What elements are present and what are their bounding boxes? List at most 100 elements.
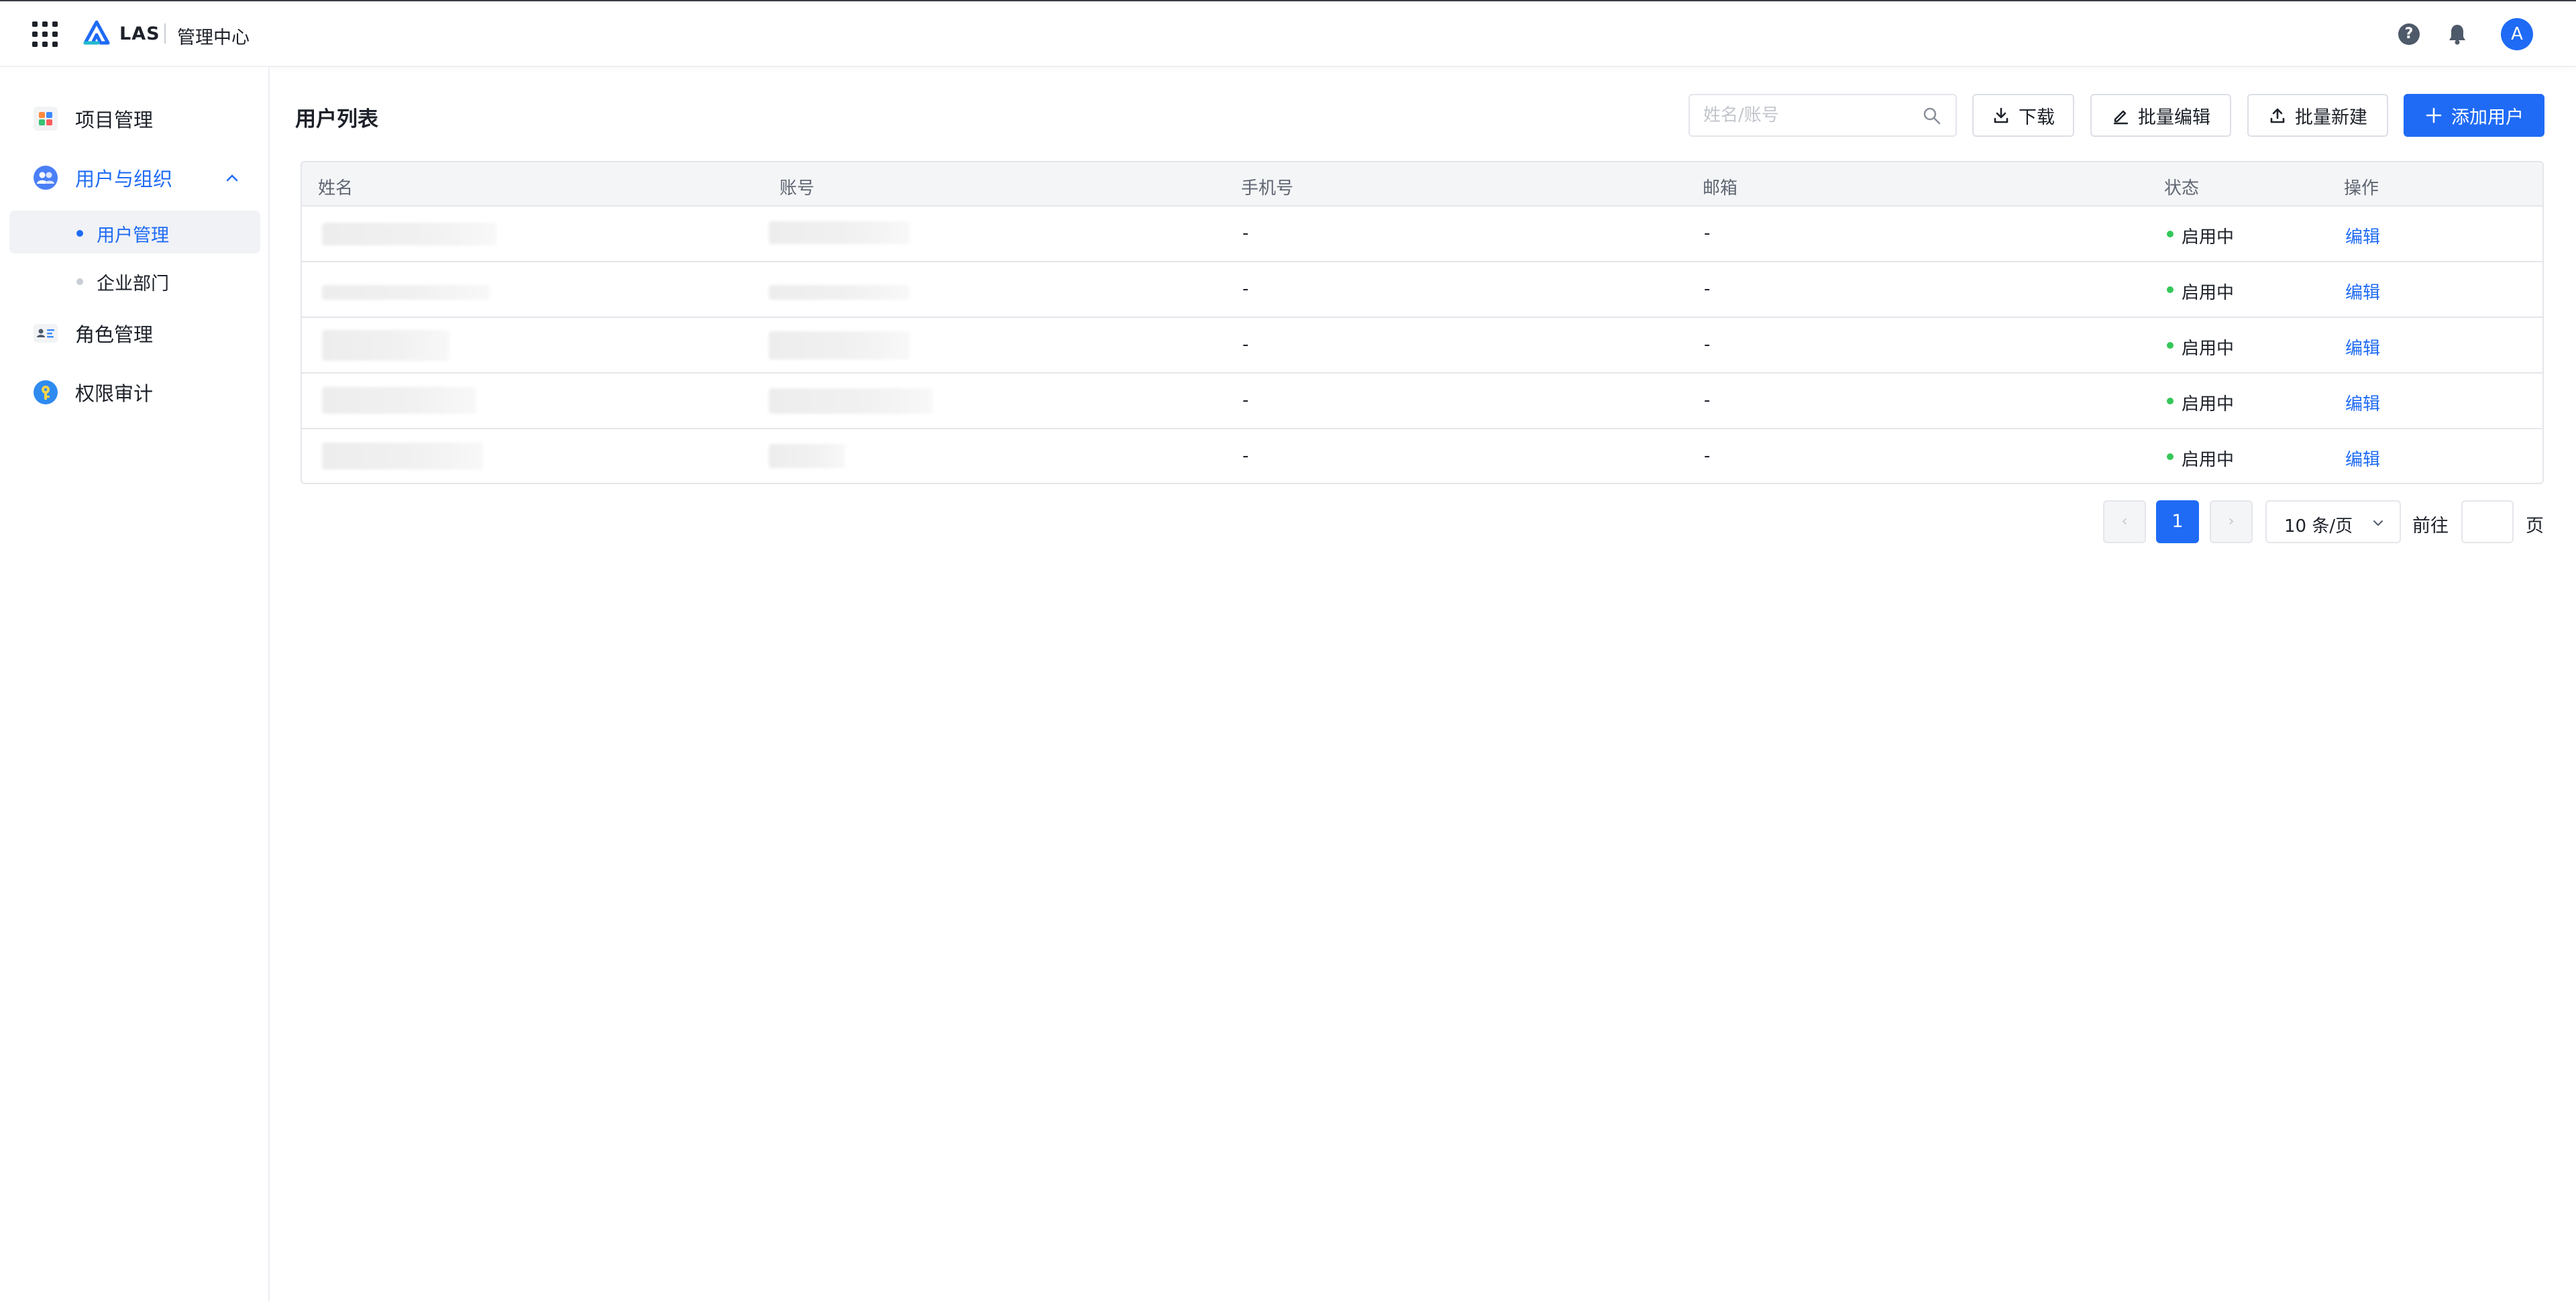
cell-phone: - bbox=[1242, 223, 1249, 243]
download-button-label: 下载 bbox=[2019, 107, 2055, 128]
user-table: 姓名 账号 手机号 邮箱 状态 操作 - - 启用中 编辑 - - 启用中 编辑 bbox=[301, 161, 2544, 484]
page-title: 用户列表 bbox=[295, 107, 378, 131]
brand-subtitle: 管理中心 bbox=[177, 27, 250, 48]
edit-link[interactable]: 编辑 bbox=[2345, 279, 2380, 304]
chevron-up-icon[interactable] bbox=[224, 170, 240, 186]
redacted-name bbox=[322, 387, 476, 414]
sidebar-item-role-management[interactable]: 角色管理 bbox=[9, 311, 260, 355]
search-icon[interactable] bbox=[1922, 106, 1942, 126]
cell-status: 启用中 bbox=[2182, 450, 2235, 470]
cell-status: 启用中 bbox=[2182, 227, 2235, 247]
table-row: - - 启用中 编辑 bbox=[302, 429, 2542, 483]
download-icon bbox=[1994, 107, 2008, 123]
column-header-status: 状态 bbox=[2164, 178, 2200, 199]
upload-icon bbox=[2270, 108, 2285, 123]
sidebar: 项目管理 用户与组织 用户管理 企业部门 角色管理 权限审计 bbox=[0, 67, 270, 1301]
table-row: - - 启用中 编辑 bbox=[302, 262, 2542, 318]
page-number-1[interactable]: 1 bbox=[2156, 500, 2199, 543]
column-header-name: 姓名 bbox=[318, 178, 354, 199]
las-logo-icon bbox=[83, 20, 110, 45]
cell-phone: - bbox=[1242, 390, 1249, 410]
cell-email: - bbox=[1704, 390, 1711, 410]
app-root: LAS 管理中心 ? A 项目管理 用户与组织 用户管理 企业部门 角色管理 权… bbox=[0, 0, 2576, 1301]
download-button[interactable]: 下载 bbox=[1972, 94, 2074, 137]
column-header-email: 邮箱 bbox=[1703, 178, 1738, 199]
sidebar-subitem-departments[interactable]: 企业部门 bbox=[9, 259, 260, 302]
sidebar-subitem-user-management[interactable]: 用户管理 bbox=[9, 211, 260, 253]
cell-email: - bbox=[1704, 335, 1711, 355]
top-header: LAS 管理中心 ? A bbox=[0, 0, 2576, 67]
brand-name: LAS bbox=[119, 23, 160, 44]
chevron-down-icon bbox=[2373, 520, 2383, 526]
batch-create-button[interactable]: 批量新建 bbox=[2247, 94, 2388, 137]
goto-label: 前往 bbox=[2412, 516, 2449, 536]
redacted-account bbox=[769, 388, 932, 414]
column-header-action: 操作 bbox=[2344, 178, 2379, 199]
search-box bbox=[1688, 94, 1957, 137]
cell-email: - bbox=[1704, 279, 1711, 299]
redacted-name bbox=[322, 285, 490, 300]
status-dot-icon bbox=[2167, 286, 2174, 293]
redacted-account bbox=[769, 331, 910, 359]
batch-edit-button[interactable]: 批量编辑 bbox=[2090, 94, 2231, 137]
sidebar-item-label: 项目管理 bbox=[75, 109, 154, 131]
app-launcher-icon[interactable] bbox=[32, 21, 58, 47]
sidebar-subitem-label: 企业部门 bbox=[97, 274, 169, 294]
cell-status: 启用中 bbox=[2182, 394, 2235, 414]
audit-key-icon bbox=[34, 380, 58, 404]
column-header-account: 账号 bbox=[780, 178, 815, 199]
sidebar-item-users-and-org[interactable]: 用户与组织 bbox=[9, 156, 260, 200]
batch-edit-button-label: 批量编辑 bbox=[2138, 107, 2210, 128]
table-header: 姓名 账号 手机号 邮箱 状态 操作 bbox=[302, 162, 2542, 207]
active-dot-icon bbox=[76, 230, 83, 237]
edit-link[interactable]: 编辑 bbox=[2345, 446, 2380, 471]
cell-status: 启用中 bbox=[2182, 339, 2235, 359]
edit-pencil-icon bbox=[2113, 110, 2129, 125]
sidebar-item-label: 用户与组织 bbox=[75, 168, 173, 190]
add-user-button-label: 添加用户 bbox=[2451, 107, 2524, 128]
sidebar-item-permission-audit[interactable]: 权限审计 bbox=[9, 370, 260, 414]
user-avatar[interactable]: A bbox=[2501, 18, 2533, 50]
table-row: - - 启用中 编辑 bbox=[302, 374, 2542, 429]
redacted-account bbox=[769, 285, 910, 300]
status-dot-icon bbox=[2167, 231, 2174, 237]
goto-page-input[interactable] bbox=[2461, 500, 2514, 543]
status-dot-icon bbox=[2167, 453, 2174, 460]
add-user-button[interactable]: 添加用户 bbox=[2404, 94, 2544, 137]
id-card-icon bbox=[34, 324, 58, 343]
page-suffix-label: 页 bbox=[2526, 516, 2544, 536]
edit-link[interactable]: 编辑 bbox=[2345, 390, 2380, 415]
bell-icon[interactable] bbox=[2447, 23, 2468, 46]
redacted-account bbox=[769, 444, 845, 468]
users-icon bbox=[34, 166, 58, 190]
cell-email: - bbox=[1704, 223, 1711, 243]
status-dot-icon bbox=[2167, 342, 2174, 349]
cell-email: - bbox=[1704, 446, 1711, 466]
sidebar-item-label: 权限审计 bbox=[75, 382, 154, 405]
edit-link[interactable]: 编辑 bbox=[2345, 223, 2380, 248]
grid-apps-icon bbox=[34, 107, 58, 131]
next-page-button[interactable]: › bbox=[2210, 500, 2253, 543]
page-size-value: 10 条/页 bbox=[2284, 516, 2353, 536]
batch-create-button-label: 批量新建 bbox=[2295, 107, 2367, 128]
redacted-name bbox=[322, 223, 496, 245]
sidebar-item-project-management[interactable]: 项目管理 bbox=[9, 97, 260, 141]
status-dot-icon bbox=[2167, 398, 2174, 404]
search-input[interactable] bbox=[1703, 102, 1904, 129]
table-row: - - 启用中 编辑 bbox=[302, 318, 2542, 374]
inactive-dot-icon bbox=[76, 278, 83, 285]
redacted-account bbox=[769, 221, 910, 244]
table-row: - - 启用中 编辑 bbox=[302, 207, 2542, 262]
column-header-phone: 手机号 bbox=[1241, 178, 1294, 199]
prev-page-button[interactable]: ‹ bbox=[2103, 500, 2146, 543]
sidebar-subitem-label: 用户管理 bbox=[97, 225, 169, 246]
help-icon[interactable]: ? bbox=[2398, 23, 2420, 45]
cell-phone: - bbox=[1242, 279, 1249, 299]
cell-phone: - bbox=[1242, 446, 1249, 466]
brand-divider bbox=[164, 23, 166, 44]
page-size-select[interactable]: 10 条/页 bbox=[2265, 500, 2401, 543]
redacted-name bbox=[322, 443, 483, 469]
edit-link[interactable]: 编辑 bbox=[2345, 335, 2380, 359]
cell-phone: - bbox=[1242, 335, 1249, 355]
cell-status: 启用中 bbox=[2182, 283, 2235, 303]
